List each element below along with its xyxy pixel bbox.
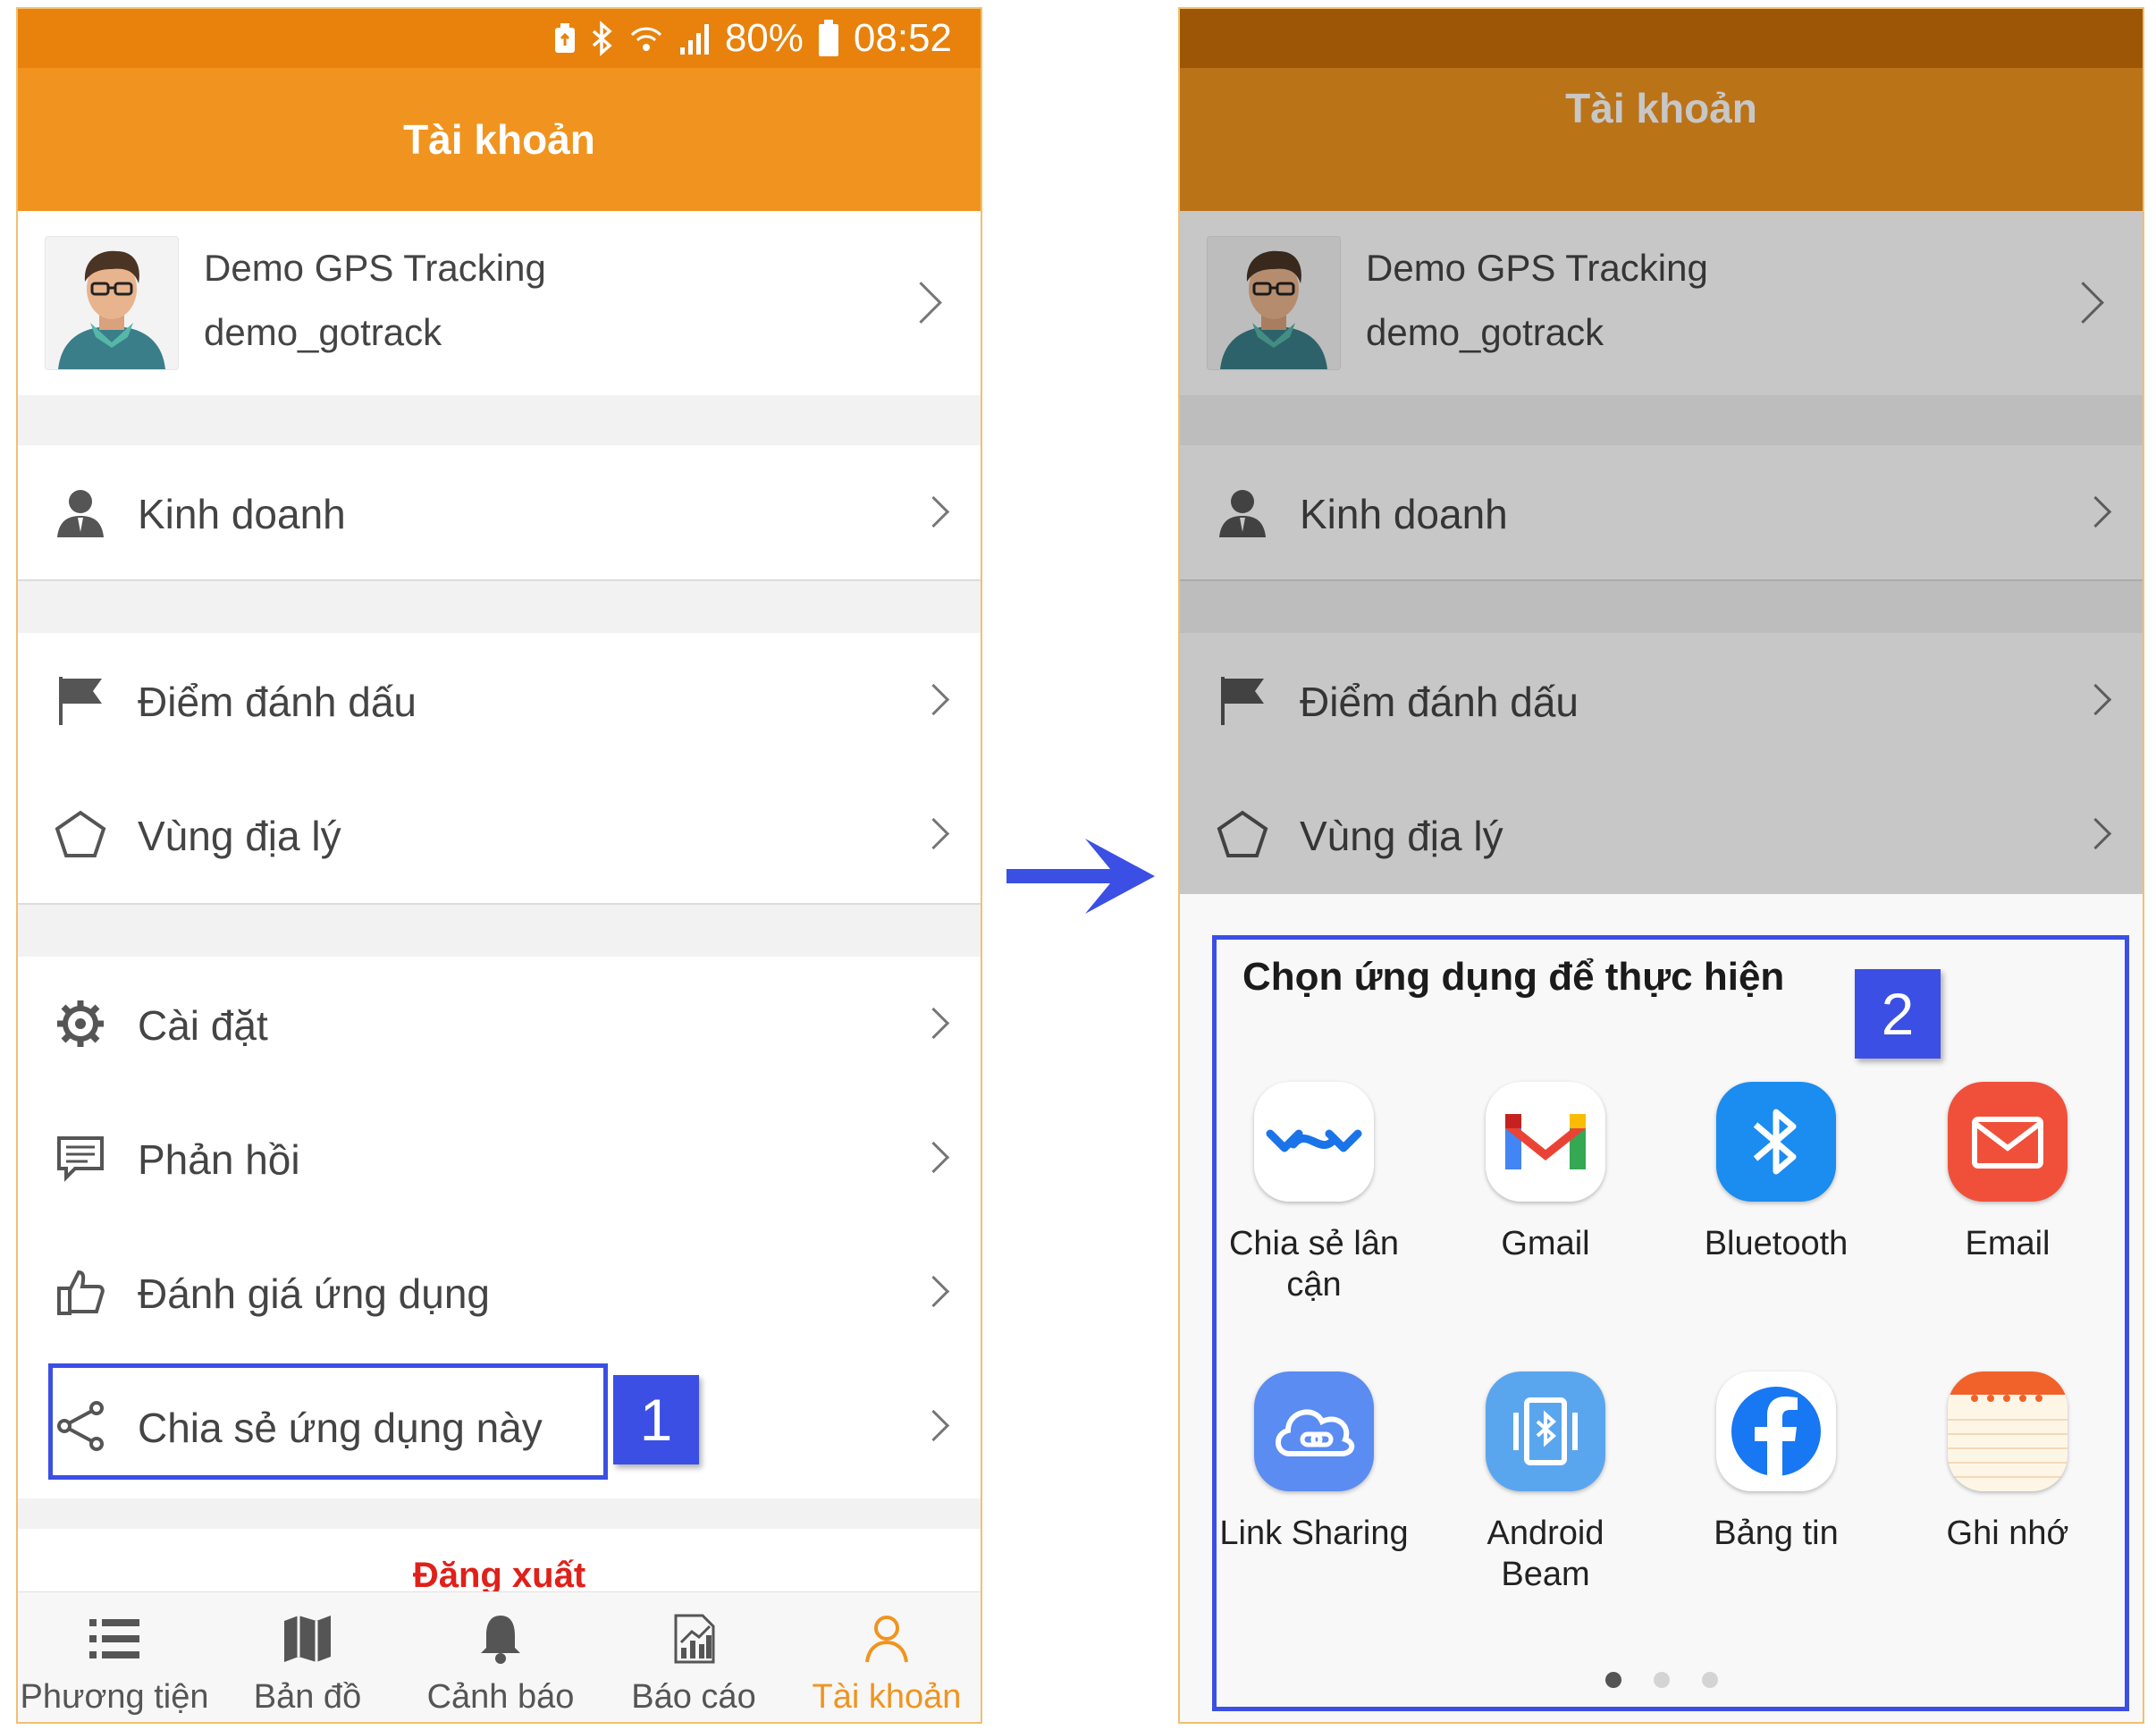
profile-username: demo_gotrack (204, 311, 442, 353)
chevron-right-icon (900, 282, 942, 324)
step-badge-2: 2 (1855, 969, 1941, 1059)
report-icon (674, 1614, 715, 1664)
menu-group-map: Điểm đánh dấu Vùng địa lý (18, 633, 981, 903)
nav-label: Bản đồ (253, 1678, 362, 1716)
menu-item-geofence[interactable]: Vùng địa lý (18, 767, 981, 901)
profile-card[interactable]: Demo GPS Tracking demo_gotrack (18, 211, 981, 395)
nav-label: Báo cáo (631, 1678, 756, 1716)
avatar (45, 236, 179, 370)
feedback-icon (57, 1136, 104, 1182)
chevron-right-icon (917, 1409, 950, 1442)
chevron-right-icon (917, 1007, 950, 1040)
wifi-icon (630, 27, 661, 51)
highlight-box-share (48, 1363, 608, 1480)
flag-icon (59, 677, 102, 725)
nav-tab-account[interactable]: Tài khoản (790, 1592, 981, 1722)
thumbs-up-icon (57, 1270, 105, 1315)
nav-tab-vehicles[interactable]: Phương tiện (18, 1592, 211, 1722)
bell-icon (481, 1616, 520, 1664)
menu-item-settings[interactable]: Cài đặt (18, 957, 981, 1091)
arrow-right-icon (1006, 839, 1155, 914)
menu-item-business[interactable]: Kinh doanh (18, 445, 981, 579)
menu-label: Kinh doanh (138, 491, 346, 537)
menu-group-business: Kinh doanh (18, 445, 981, 579)
step-badge-1: 1 (613, 1375, 699, 1464)
logout-label: Đăng xuất (412, 1556, 586, 1595)
nav-tab-alerts[interactable]: Cảnh báo (404, 1592, 597, 1722)
clock: 08:52 (853, 16, 952, 60)
menu-label: Phản hồi (138, 1136, 300, 1183)
menu-label: Cài đặt (138, 1002, 268, 1049)
dim-overlay[interactable] (1180, 9, 2143, 894)
menu-label: Điểm đánh dấu (138, 679, 417, 725)
menu-label: Vùng địa lý (138, 813, 341, 859)
nav-tab-reports[interactable]: Báo cáo (597, 1592, 790, 1722)
person-icon (57, 490, 104, 537)
signal-icon (679, 24, 709, 55)
battery-percent: 80% (724, 16, 804, 60)
divider (18, 579, 981, 581)
status-bar: 80% 08:52 (18, 9, 981, 68)
battery-saver-icon (554, 23, 575, 53)
chevron-right-icon (917, 817, 950, 850)
chevron-right-icon (917, 1141, 950, 1174)
app-bar: Tài khoản (18, 68, 981, 211)
user-icon (865, 1616, 908, 1663)
map-icon (284, 1616, 331, 1662)
nav-label: Cảnh báo (426, 1678, 575, 1716)
bottom-navigation: Phương tiện Bản đồ Cảnh báo Báo cáo Tài … (18, 1591, 981, 1722)
highlight-box-share-sheet (1212, 935, 2129, 1711)
phone-screen-share-sheet: Tài khoản Demo GPS Tracking demo_gotrack… (1178, 7, 2144, 1724)
battery-icon (818, 20, 838, 56)
logout-button[interactable]: Đăng xuất (18, 1529, 981, 1600)
nav-label: Phương tiện (20, 1678, 209, 1716)
chevron-right-icon (917, 495, 950, 528)
menu-item-feedback[interactable]: Phản hồi (18, 1091, 981, 1225)
pentagon-icon (55, 810, 106, 857)
divider (18, 903, 981, 905)
chevron-right-icon (917, 1275, 950, 1308)
gear-icon (57, 1000, 104, 1047)
page-title: Tài khoản (403, 116, 595, 163)
phone-screen-account: 80% 08:52 Tài khoản Demo GPS Tracking de… (16, 7, 982, 1724)
nav-label: Tài khoản (812, 1678, 962, 1716)
list-icon (89, 1619, 139, 1658)
nav-tab-map[interactable]: Bản đồ (211, 1592, 404, 1722)
profile-name: Demo GPS Tracking (204, 247, 546, 289)
menu-item-rate[interactable]: Đánh giá ứng dụng (18, 1225, 981, 1359)
menu-label: Đánh giá ứng dụng (138, 1270, 490, 1317)
chevron-right-icon (917, 683, 950, 716)
bluetooth-status-icon (592, 21, 612, 56)
menu-item-markers[interactable]: Điểm đánh dấu (18, 633, 981, 767)
